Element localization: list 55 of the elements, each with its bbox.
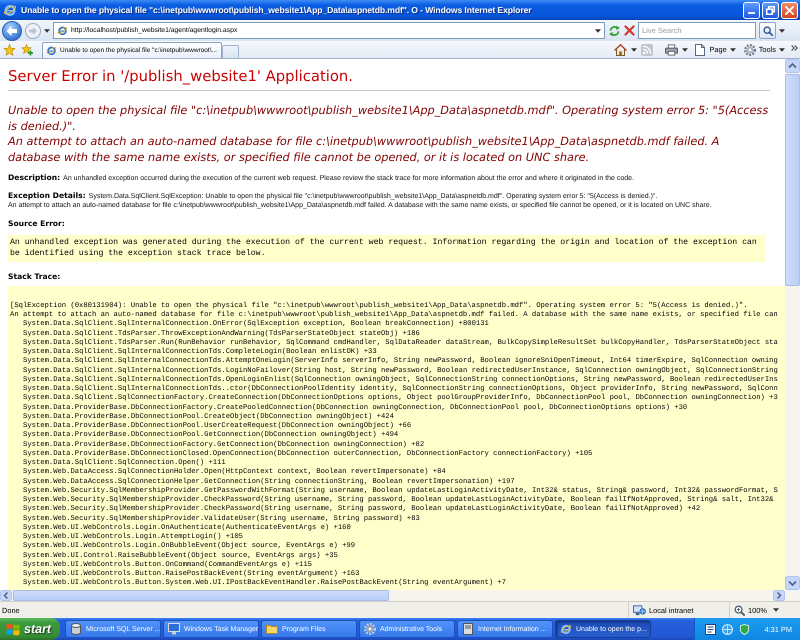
start-button[interactable]: start (0, 618, 60, 640)
error-heading: Server Error in '/publish_website1' Application. (8, 67, 354, 87)
refresh-icon[interactable] (608, 24, 621, 36)
star-icon[interactable] (3, 44, 16, 56)
close-button[interactable] (781, 2, 798, 18)
caret-icon[interactable] (682, 48, 688, 52)
document-icon (694, 44, 706, 56)
stop-icon[interactable] (624, 25, 635, 36)
close-icon (785, 6, 794, 14)
computer-globe-icon (633, 604, 646, 616)
caret-icon[interactable] (44, 28, 50, 32)
scroll-thumb[interactable] (13, 590, 389, 601)
scroll-down-button[interactable] (785, 576, 800, 590)
restore-button[interactable] (762, 2, 779, 18)
scroll-up-button[interactable] (785, 59, 800, 73)
restore-icon (766, 6, 775, 14)
add-favorite-icon[interactable] (21, 44, 34, 56)
home-icon[interactable] (614, 44, 628, 56)
right-arrow-icon (29, 26, 37, 34)
globe-icon[interactable] (722, 624, 734, 634)
gear-icon (364, 623, 376, 635)
gear-icon (744, 44, 756, 56)
caret-icon (730, 48, 736, 52)
source-error-text: An unhandled exception was generated during the execution of the current web request. Information regarding the origin and location of the exception can be identified using the exception stack trace below. (10, 236, 758, 259)
error-message: An attempt to attach an auto-named database for file c:\inetpub\wwwroot\publish_website1\App_Data\aspnetdb.mdf failed. A database with the same name exists, or specified file cannot be opened, or it is located on UNC share. (8, 134, 720, 166)
magnifier-icon (734, 604, 745, 616)
caret-icon[interactable] (779, 28, 785, 32)
search-icon (762, 26, 772, 36)
back-button[interactable] (2, 20, 22, 40)
scroll-right-button[interactable] (773, 590, 785, 601)
caret-icon[interactable] (631, 48, 638, 52)
server-icon (462, 623, 474, 635)
browser-logo-icon (560, 623, 572, 635)
scroll-left-button[interactable] (0, 590, 12, 601)
window-title: Unable to open the physical file "c:\inetpub\wwwroot\publish_website1\App_Data\aspnetdb.mdf". O - Windows Internet Explorer (21, 5, 532, 15)
browser-logo-icon (46, 45, 57, 56)
left-arrow-icon (6, 26, 17, 36)
windows-flag-icon (6, 622, 20, 636)
minimize-icon (748, 12, 755, 14)
caret-icon[interactable] (772, 608, 779, 612)
folder-icon (266, 623, 278, 635)
scroll-thumb[interactable] (785, 74, 800, 286)
chevron-icon[interactable] (791, 44, 798, 50)
search-button[interactable] (759, 22, 776, 39)
caret-icon[interactable] (595, 28, 601, 32)
document-icon[interactable] (705, 624, 716, 634)
error-message: Unable to open the physical file "c:\inetpub\wwwroot\publish_website1\App_Data\aspnetdb.mdf". Operating system error 5: "5(Access is denied.)". (8, 103, 770, 134)
browser-logo-icon (57, 25, 68, 36)
monitor-icon (168, 623, 180, 635)
minimize-button[interactable] (743, 2, 760, 18)
printer-icon[interactable] (665, 44, 678, 56)
browser-logo-icon (3, 3, 17, 17)
caret-icon (779, 48, 785, 52)
shield-icon[interactable] (739, 624, 750, 634)
database-icon (70, 623, 82, 635)
